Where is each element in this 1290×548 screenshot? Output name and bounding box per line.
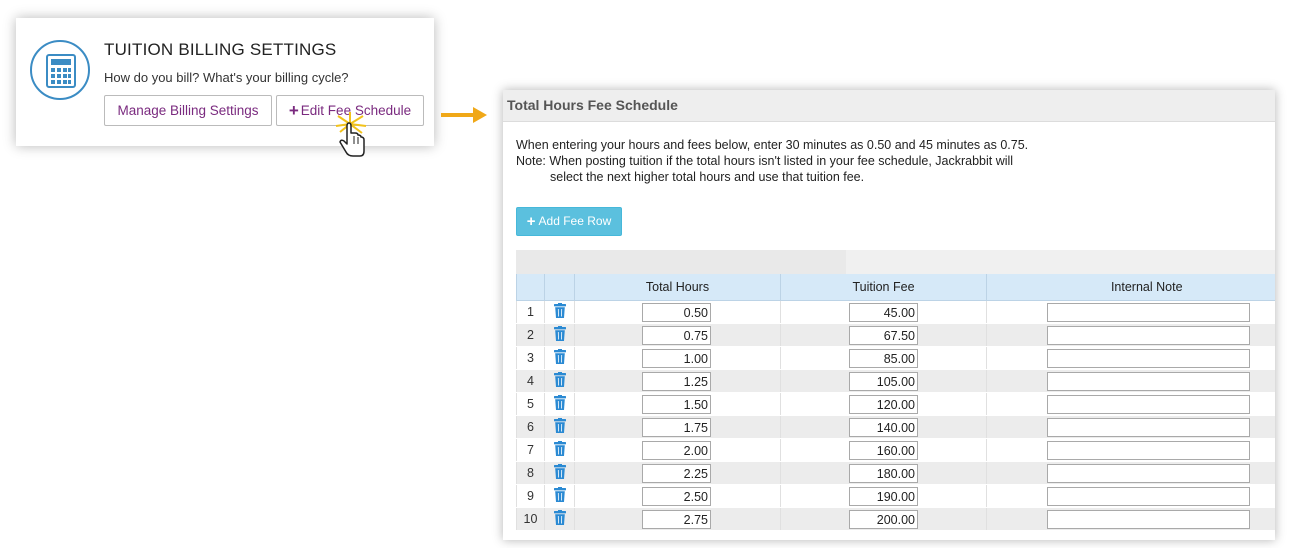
- instructions: When entering your hours and fees below,…: [516, 137, 1028, 185]
- row-number: 2: [516, 323, 545, 347]
- internal-note-input[interactable]: [1047, 486, 1250, 506]
- delete-row-button[interactable]: [544, 346, 575, 370]
- trash-icon: [553, 441, 566, 456]
- col-delete: [544, 274, 575, 301]
- total-hours-input[interactable]: 2.75: [642, 509, 711, 529]
- total-hours-input[interactable]: 2.25: [642, 463, 711, 483]
- row-number: 5: [516, 392, 545, 416]
- tuition-fee-input[interactable]: 160.00: [849, 440, 918, 460]
- total-hours-input[interactable]: 2.00: [642, 440, 711, 460]
- internal-note-input[interactable]: [1047, 325, 1250, 345]
- col-row-number: [516, 274, 545, 301]
- delete-row-button[interactable]: [544, 300, 575, 324]
- delete-row-button[interactable]: [544, 369, 575, 393]
- plus-icon: +: [288, 101, 299, 120]
- tuition-fee-input[interactable]: 45.00: [849, 302, 918, 322]
- table-row: 8 2.25 180.00: [516, 461, 1275, 485]
- table-row: 4 1.25 105.00: [516, 369, 1275, 393]
- trash-icon: [553, 464, 566, 479]
- internal-note-input[interactable]: [1047, 440, 1250, 460]
- instructions-line-2: Note: When posting tuition if the total …: [516, 154, 1014, 168]
- row-number: 10: [516, 507, 545, 531]
- table-row: 2 0.75 67.50: [516, 323, 1275, 347]
- row-number: 4: [516, 369, 545, 393]
- internal-note-input[interactable]: [1047, 417, 1250, 437]
- table-row: 3 1.00 85.00: [516, 346, 1275, 370]
- tuition-fee-input[interactable]: 190.00: [849, 486, 918, 506]
- delete-row-button[interactable]: [544, 323, 575, 347]
- add-fee-row-label: Add Fee Row: [538, 214, 612, 228]
- total-hours-input[interactable]: 1.25: [642, 371, 711, 391]
- internal-note-input[interactable]: [1047, 302, 1250, 322]
- internal-note-input[interactable]: [1047, 509, 1250, 529]
- table-row: 7 2.00 160.00: [516, 438, 1275, 462]
- calculator-icon: [30, 40, 90, 100]
- fee-table-container: Total Hours Tuition Fee Internal Note 1 …: [516, 250, 1275, 531]
- trash-icon: [553, 326, 566, 341]
- internal-note-input[interactable]: [1047, 348, 1250, 368]
- plus-icon: +: [526, 213, 536, 230]
- add-fee-row-button[interactable]: + Add Fee Row: [516, 207, 622, 236]
- delete-row-button[interactable]: [544, 461, 575, 485]
- delete-row-button[interactable]: [544, 392, 575, 416]
- tuition-fee-input[interactable]: 200.00: [849, 509, 918, 529]
- card-title: TUITION BILLING SETTINGS: [104, 40, 337, 59]
- trash-icon: [553, 487, 566, 502]
- instructions-line-1: When entering your hours and fees below,…: [516, 138, 1029, 152]
- trash-icon: [553, 303, 566, 318]
- tuition-fee-input[interactable]: 120.00: [849, 394, 918, 414]
- internal-note-input[interactable]: [1047, 371, 1250, 391]
- card-subtitle: How do you bill? What's your billing cyc…: [104, 70, 349, 85]
- col-tuition-fee[interactable]: Tuition Fee: [780, 274, 987, 301]
- hand-cursor-icon: [335, 112, 367, 157]
- row-number: 1: [516, 300, 545, 324]
- delete-row-button[interactable]: [544, 507, 575, 531]
- tuition-fee-input[interactable]: 140.00: [849, 417, 918, 437]
- total-hours-input[interactable]: 2.50: [642, 486, 711, 506]
- internal-note-input[interactable]: [1047, 463, 1250, 483]
- row-number: 9: [516, 484, 545, 508]
- trash-icon: [553, 418, 566, 433]
- total-hours-input[interactable]: 0.75: [642, 325, 711, 345]
- table-row: 1 0.50 45.00: [516, 300, 1275, 324]
- trash-icon: [553, 510, 566, 525]
- delete-row-button[interactable]: [544, 438, 575, 462]
- row-number: 8: [516, 461, 545, 485]
- table-header-row: Total Hours Tuition Fee Internal Note: [516, 274, 1275, 301]
- tuition-fee-input[interactable]: 105.00: [849, 371, 918, 391]
- tuition-fee-input[interactable]: 180.00: [849, 463, 918, 483]
- fee-schedule-panel: Total Hours Fee Schedule When entering y…: [503, 90, 1275, 540]
- trash-icon: [553, 395, 566, 410]
- manage-billing-settings-button[interactable]: Manage Billing Settings: [104, 95, 272, 126]
- row-number: 6: [516, 415, 545, 439]
- total-hours-input[interactable]: 1.00: [642, 348, 711, 368]
- internal-note-input[interactable]: [1047, 394, 1250, 414]
- total-hours-input[interactable]: 1.50: [642, 394, 711, 414]
- fee-table: Total Hours Tuition Fee Internal Note 1 …: [516, 274, 1275, 531]
- instructions-line-3: select the next higher total hours and u…: [550, 170, 865, 184]
- row-number: 7: [516, 438, 545, 462]
- table-row: 9 2.50 190.00: [516, 484, 1275, 508]
- col-total-hours[interactable]: Total Hours: [574, 274, 781, 301]
- arrow-right-icon: [441, 107, 487, 123]
- tuition-fee-input[interactable]: 67.50: [849, 325, 918, 345]
- row-number: 3: [516, 346, 545, 370]
- table-toolbar: [516, 250, 1275, 274]
- table-row: 6 1.75 140.00: [516, 415, 1275, 439]
- trash-icon: [553, 349, 566, 364]
- table-row: 10 2.75 200.00: [516, 507, 1275, 531]
- total-hours-input[interactable]: 1.75: [642, 417, 711, 437]
- total-hours-input[interactable]: 0.50: [642, 302, 711, 322]
- col-internal-note[interactable]: Internal Note: [986, 274, 1275, 301]
- delete-row-button[interactable]: [544, 415, 575, 439]
- trash-icon: [553, 372, 566, 387]
- delete-row-button[interactable]: [544, 484, 575, 508]
- tuition-fee-input[interactable]: 85.00: [849, 348, 918, 368]
- table-row: 5 1.50 120.00: [516, 392, 1275, 416]
- panel-title: Total Hours Fee Schedule: [503, 90, 1275, 122]
